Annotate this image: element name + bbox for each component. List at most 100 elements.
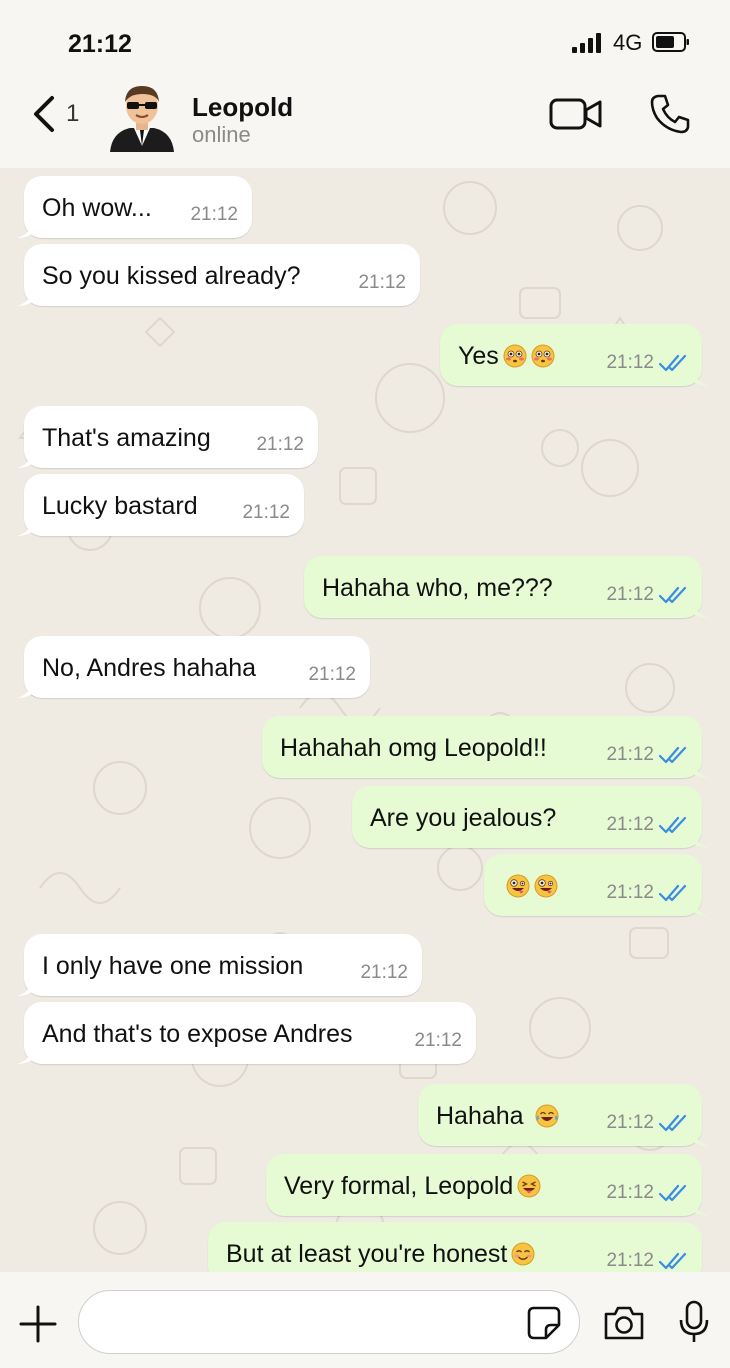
message-text: Hahaha [436, 1102, 559, 1131]
incoming-message[interactable]: Oh wow... 21:12 [16, 176, 252, 238]
message-text-content: Hahaha [436, 1102, 531, 1130]
message-timestamp: 21:12 [308, 664, 356, 685]
double-check-icon [658, 884, 687, 902]
smiling-blush-face-emoji [511, 1242, 535, 1266]
double-check-icon [658, 816, 687, 834]
sticker-icon[interactable] [526, 1305, 562, 1341]
bubble-tail [694, 764, 710, 778]
message-timestamp: 21:12 [606, 584, 654, 605]
message-text-content: Hahaha who, me??? [322, 574, 553, 602]
incoming-message[interactable]: So you kissed already? 21:12 [16, 244, 420, 306]
message-timestamp: 21:12 [242, 502, 290, 523]
bubble-tail [16, 1050, 32, 1064]
message-text-content: Very formal, Leopold [284, 1172, 514, 1200]
message-text: Hahaha who, me??? [322, 574, 553, 603]
bubble-tail [694, 372, 710, 386]
bubble-tail [16, 292, 32, 306]
chevron-left-icon[interactable] [30, 94, 58, 134]
zany-face-emoji [534, 874, 558, 898]
flushed-face-emoji [531, 344, 555, 368]
phone-icon[interactable] [648, 92, 692, 136]
message-text: No, Andres hahaha [42, 654, 256, 683]
outgoing-message[interactable]: Yes 21:12 [440, 324, 710, 386]
message-text: That's amazing [42, 424, 211, 453]
bubble-tail [16, 224, 32, 238]
message-text-content: Lucky bastard [42, 492, 198, 520]
message-timestamp: 21:12 [414, 1030, 462, 1051]
composer-bar [0, 1272, 730, 1368]
bubble-tail [16, 684, 32, 698]
outgoing-message[interactable]: 21:12 [484, 854, 710, 916]
bubble-tail [694, 834, 710, 848]
incoming-message[interactable]: Lucky bastard 21:12 [16, 474, 304, 536]
message-text-content: Hahahah omg Leopold!! [280, 734, 547, 762]
double-check-icon [658, 354, 687, 372]
double-check-icon [658, 1252, 687, 1270]
plus-icon[interactable] [18, 1304, 58, 1344]
flushed-face-emoji [503, 344, 527, 368]
incoming-message[interactable]: And that's to expose Andres 21:12 [16, 1002, 476, 1064]
message-text: Yes [458, 342, 555, 371]
message-timestamp: 21:12 [606, 1250, 654, 1271]
contact-status: online [192, 122, 251, 147]
incoming-message[interactable]: That's amazing 21:12 [16, 406, 318, 468]
status-bar: 21:12 4G [0, 0, 730, 80]
message-text-content: I only have one mission [42, 952, 304, 980]
signal-bars-icon [572, 33, 601, 53]
message-text-content: Oh wow... [42, 194, 152, 222]
battery-icon [652, 32, 689, 52]
double-check-icon [658, 586, 687, 604]
chat-header: 1 Leopold online [0, 80, 730, 168]
message-text: Are you jealous? [370, 804, 556, 833]
message-text: And that's to expose Andres [42, 1020, 353, 1049]
video-camera-icon[interactable] [548, 94, 604, 134]
message-text-content: No, Andres hahaha [42, 654, 257, 682]
camera-icon[interactable] [602, 1304, 646, 1342]
avatar[interactable] [106, 80, 178, 152]
unread-count[interactable]: 1 [66, 100, 79, 128]
message-timestamp: 21:12 [358, 272, 406, 293]
message-timestamp: 21:12 [360, 962, 408, 983]
microphone-icon[interactable] [678, 1300, 710, 1344]
message-text: Very formal, Leopold [284, 1172, 541, 1201]
incoming-message[interactable]: No, Andres hahaha 21:12 [16, 636, 370, 698]
zany-face-emoji [506, 874, 530, 898]
bubble-tail [694, 902, 710, 916]
double-check-icon [658, 1184, 687, 1202]
message-timestamp: 21:12 [606, 744, 654, 765]
chat-area[interactable]: Oh wow... 21:12 So you kissed already? 21:1… [0, 168, 730, 1272]
double-check-icon [658, 746, 687, 764]
bubble-tail [16, 454, 32, 468]
incoming-message[interactable]: I only have one mission 21:12 [16, 934, 422, 996]
outgoing-message[interactable]: Hahaha who, me??? 21:12 [304, 556, 710, 618]
message-timestamp: 21:12 [606, 352, 654, 373]
bubble-tail [694, 1202, 710, 1216]
outgoing-message[interactable]: Very formal, Leopold 21:12 [266, 1154, 710, 1216]
bubble-tail [16, 522, 32, 536]
message-text-content: And that's to expose Andres [42, 1020, 353, 1048]
message-text [502, 872, 558, 901]
message-text: I only have one mission [42, 952, 303, 981]
message-timestamp: 21:12 [606, 1182, 654, 1203]
message-timestamp: 21:12 [606, 814, 654, 835]
message-text: Hahahah omg Leopold!! [280, 734, 547, 763]
outgoing-message[interactable]: Hahaha 21:12 [418, 1084, 710, 1146]
message-text-content: Are you jealous? [370, 804, 557, 832]
message-timestamp: 21:12 [256, 434, 304, 455]
outgoing-message[interactable]: Hahahah omg Leopold!! 21:12 [262, 716, 710, 778]
outgoing-message[interactable]: Are you jealous? 21:12 [352, 786, 710, 848]
message-timestamp: 21:12 [606, 882, 654, 903]
bubble-tail [16, 982, 32, 996]
double-check-icon [658, 1114, 687, 1132]
network-type: 4G [613, 30, 643, 55]
message-timestamp: 21:12 [190, 204, 238, 225]
outgoing-message[interactable]: But at least you're honest 21:12 [208, 1222, 702, 1272]
contact-name[interactable]: Leopold [192, 92, 293, 123]
tears-of-joy-face-emoji [535, 1104, 559, 1128]
message-text: But at least you're honest [226, 1240, 535, 1269]
message-input[interactable] [78, 1290, 580, 1354]
message-timestamp: 21:12 [606, 1112, 654, 1133]
message-text: Lucky bastard [42, 492, 198, 521]
message-text-content: That's amazing [42, 424, 211, 452]
message-text: So you kissed already? [42, 262, 300, 291]
